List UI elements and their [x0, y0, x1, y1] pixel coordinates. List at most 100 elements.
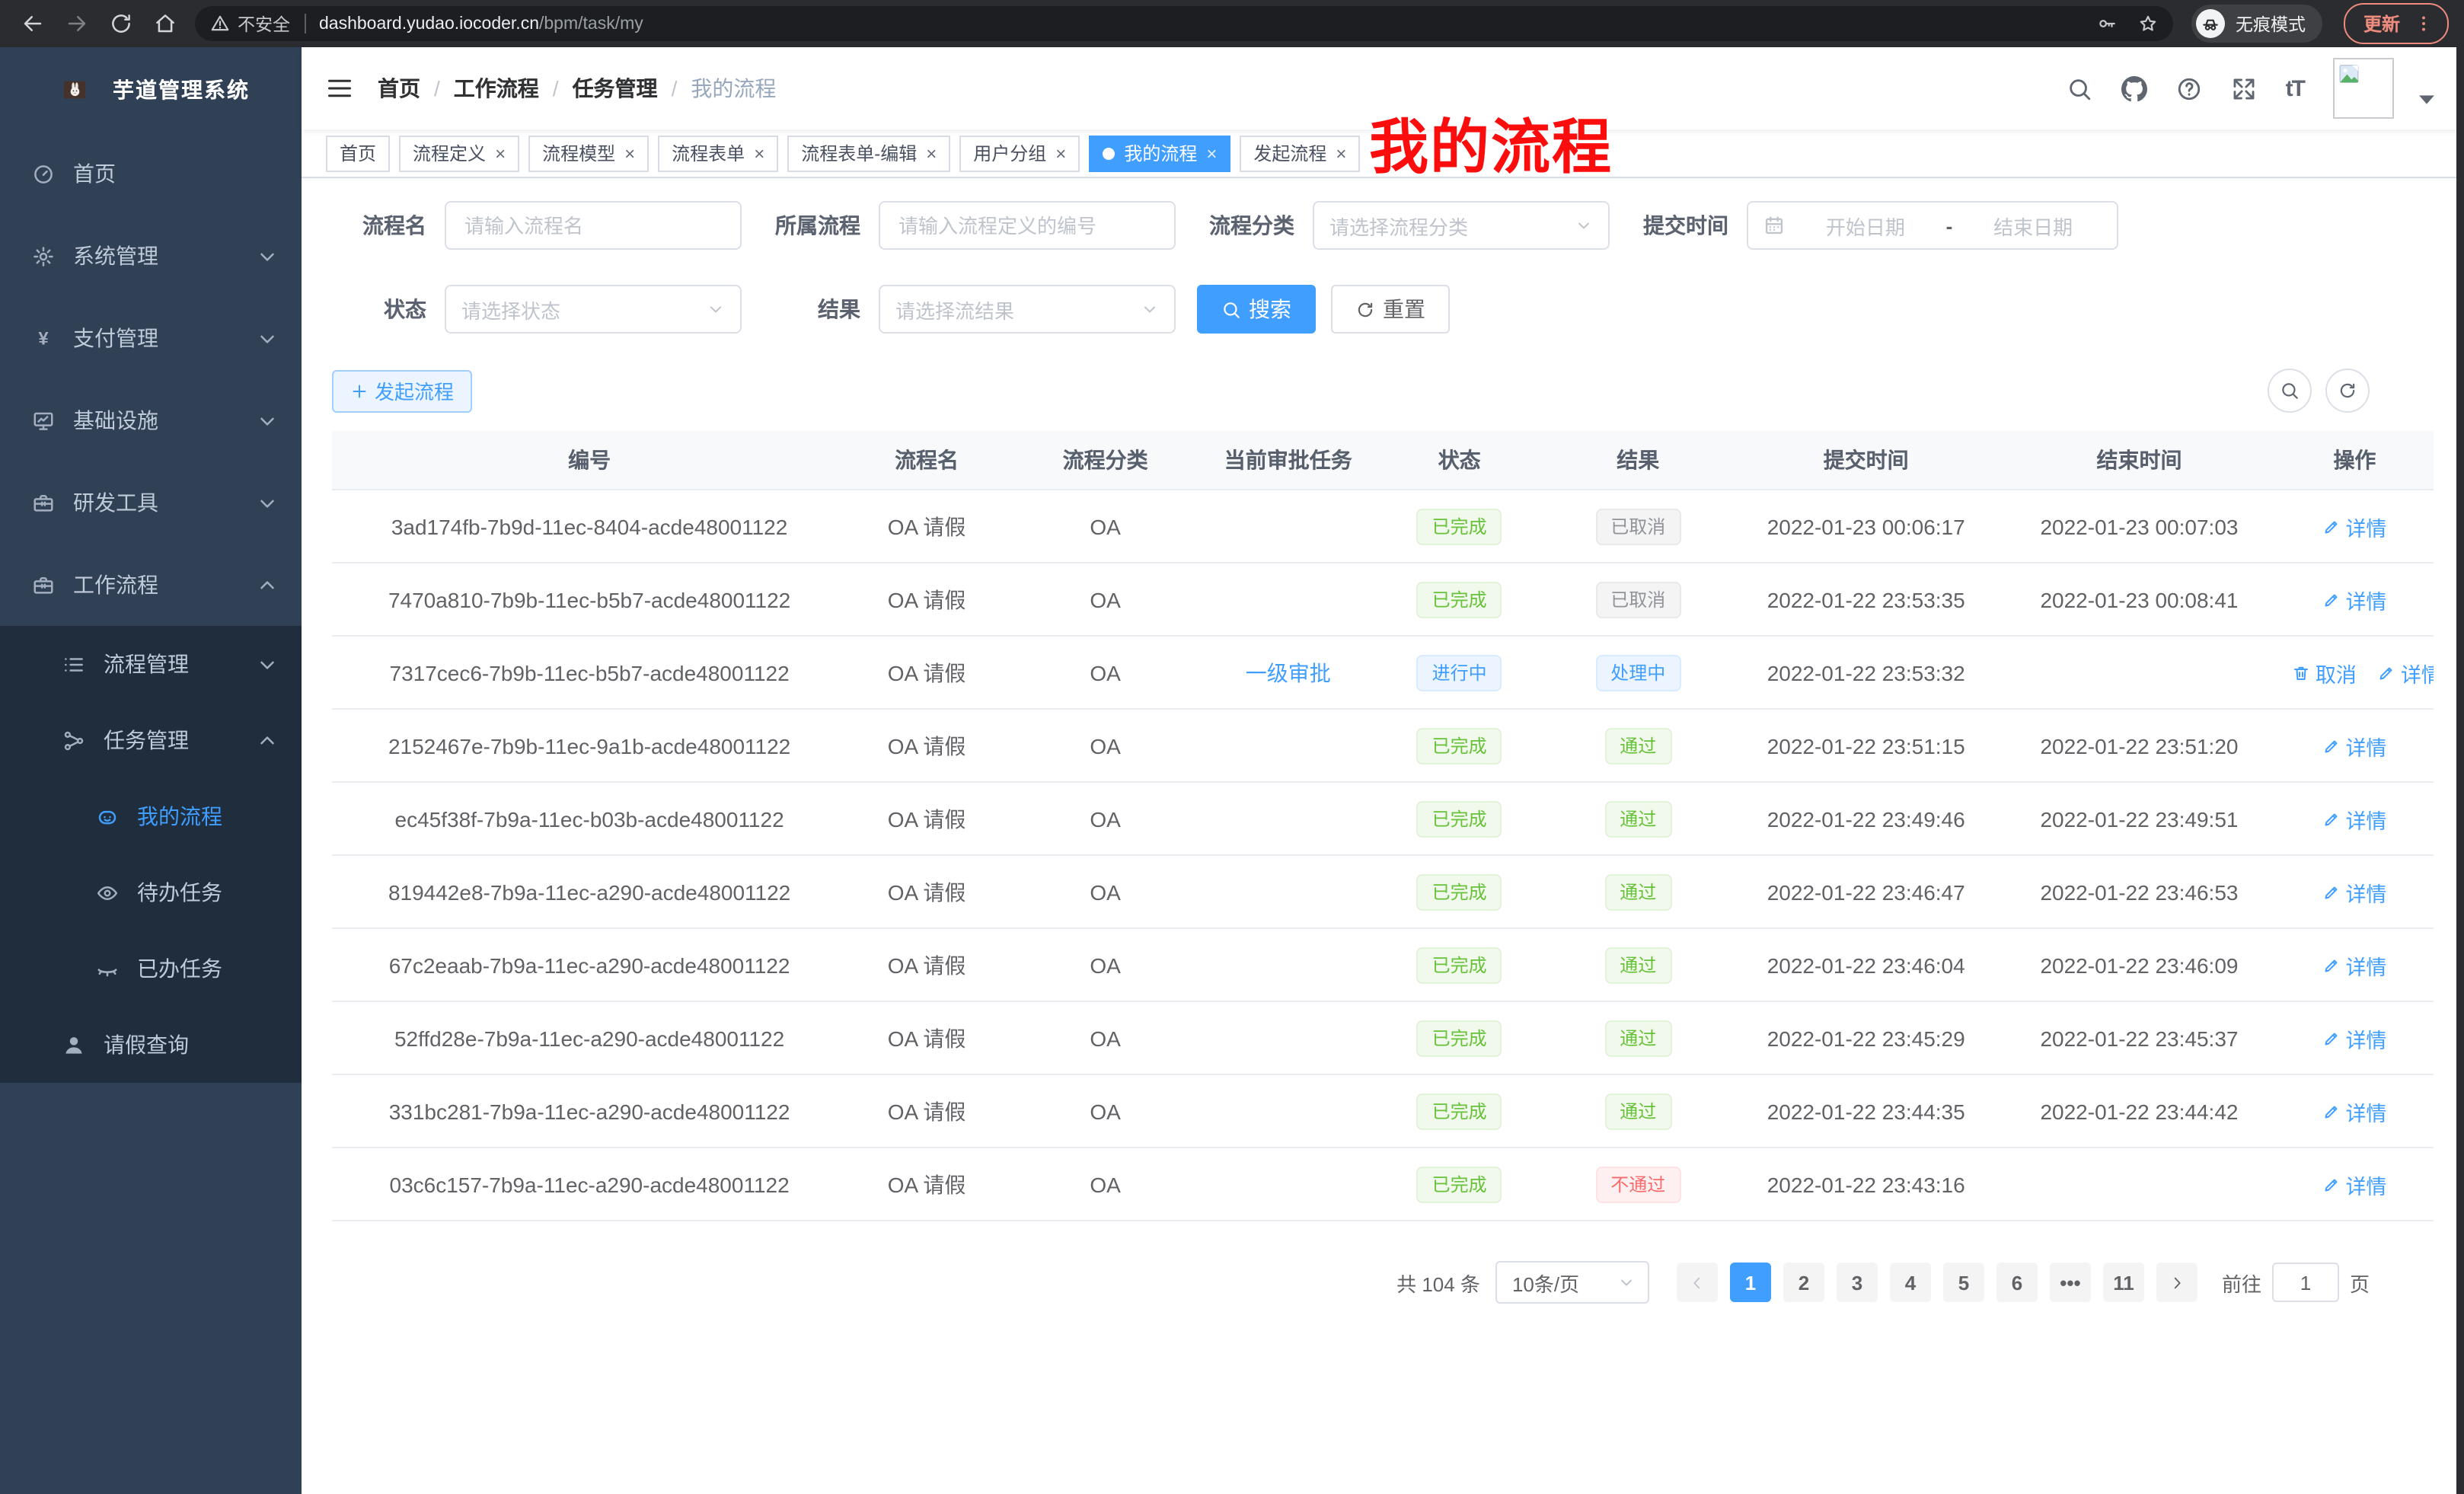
start-date-placeholder[interactable]: 开始日期: [1797, 211, 1934, 240]
sidebar-item-done-tasks[interactable]: 已办任务: [0, 931, 302, 1007]
cell-submit-time: 2022-01-23 00:06:17: [1729, 490, 2003, 563]
sidebar-item-todo-tasks[interactable]: 待办任务: [0, 854, 302, 931]
detail-link[interactable]: 详情: [2322, 1096, 2386, 1126]
cell-result: 通过: [1546, 928, 1729, 1001]
tab-process-def[interactable]: 流程定义×: [399, 135, 519, 171]
browser-home-icon[interactable]: [154, 12, 177, 35]
detail-link[interactable]: 详情: [2322, 950, 2386, 980]
detail-label: 详情: [2345, 1023, 2386, 1053]
sidebar-item-system[interactable]: 系统管理: [0, 215, 302, 297]
cell-process-name: OA 请假: [847, 1001, 1007, 1074]
close-icon[interactable]: ×: [926, 144, 937, 162]
browser-update-button[interactable]: 更新: [2344, 3, 2449, 44]
search-button[interactable]: 搜索: [1197, 285, 1316, 334]
start-process-button[interactable]: 发起流程: [332, 369, 472, 412]
close-icon[interactable]: ×: [1206, 144, 1217, 162]
avatar-caret-icon[interactable]: [2414, 86, 2440, 112]
bookmark-star-icon[interactable]: [2138, 14, 2158, 34]
fullscreen-icon[interactable]: [2231, 75, 2257, 101]
page-button-1[interactable]: 1: [1730, 1263, 1771, 1302]
tab-home[interactable]: 首页: [326, 135, 390, 171]
browser-back-icon[interactable]: [21, 12, 44, 35]
browser-menu-icon[interactable]: [2414, 14, 2434, 34]
cancel-link[interactable]: 取消: [2293, 657, 2357, 688]
close-icon[interactable]: ×: [495, 144, 506, 162]
cell-id: 2152467e-7b9b-11ec-9a1b-acde48001122: [332, 709, 847, 782]
page-button-4[interactable]: 4: [1890, 1263, 1931, 1302]
cell-id: ec45f38f-7b9a-11ec-b03b-acde48001122: [332, 782, 847, 855]
cell-category: OA: [1007, 928, 1204, 1001]
sidebar-item-workflow[interactable]: 工作流程: [0, 544, 302, 626]
close-icon[interactable]: ×: [1055, 144, 1066, 162]
page-button-2[interactable]: 2: [1783, 1263, 1824, 1302]
detail-link[interactable]: 详情: [2322, 803, 2386, 834]
detail-link[interactable]: 详情: [2322, 730, 2386, 761]
breadcrumb-item[interactable]: 工作流程: [454, 73, 539, 104]
current-task-link[interactable]: 一级审批: [1246, 660, 1331, 685]
result-select[interactable]: 请选择流结果: [879, 285, 1176, 334]
header-search-icon[interactable]: [2067, 75, 2092, 101]
page-button-11[interactable]: 11: [2103, 1263, 2144, 1302]
column-header: 流程名: [847, 431, 1007, 490]
detail-link[interactable]: 详情: [2378, 657, 2434, 688]
cell-current-task: [1204, 1001, 1372, 1074]
detail-link[interactable]: 详情: [2322, 1023, 2386, 1053]
tab-user-group[interactable]: 用户分组×: [959, 135, 1080, 171]
sidebar-item-process-mgmt[interactable]: 流程管理: [0, 626, 302, 702]
github-icon[interactable]: [2121, 75, 2147, 101]
tab-process-form-edit[interactable]: 流程表单-编辑×: [787, 135, 950, 171]
tab-start-process[interactable]: 发起流程×: [1240, 135, 1360, 171]
goto-page-input[interactable]: [2272, 1263, 2339, 1302]
result-placeholder: 请选择流结果: [895, 295, 1014, 324]
breadcrumb-item[interactable]: 任务管理: [573, 73, 658, 104]
page-button-5[interactable]: 5: [1943, 1263, 1984, 1302]
category-select[interactable]: 请选择流程分类: [1313, 201, 1610, 250]
sidebar-item-task-mgmt[interactable]: 任务管理: [0, 702, 302, 778]
process-name-field[interactable]: [461, 212, 725, 238]
sidebar-item-home[interactable]: 首页: [0, 132, 302, 215]
sidebar-item-my-process[interactable]: 我的流程: [0, 778, 302, 854]
tab-label: 流程模型: [542, 140, 615, 166]
help-icon[interactable]: [2176, 75, 2202, 101]
page-button-6[interactable]: 6: [1996, 1263, 2038, 1302]
sidebar-item-leave-query[interactable]: 请假查询: [0, 1007, 302, 1083]
process-name-input[interactable]: [445, 201, 742, 250]
sidebar-item-infra[interactable]: 基础设施: [0, 379, 302, 461]
breadcrumb-item[interactable]: 首页: [378, 73, 420, 104]
detail-link[interactable]: 详情: [2322, 511, 2386, 541]
detail-link[interactable]: 详情: [2322, 876, 2386, 907]
end-date-placeholder[interactable]: 结束日期: [1964, 211, 2102, 240]
page-size-select[interactable]: 10条/页: [1495, 1261, 1649, 1304]
sidebar-item-dev-tools[interactable]: 研发工具: [0, 461, 302, 544]
address-bar[interactable]: 不安全 dashboard.yudao.iocoder.cn /bpm/task…: [195, 6, 2173, 41]
app-logo[interactable]: 芋道管理系统: [0, 47, 302, 132]
password-key-icon[interactable]: [2097, 14, 2117, 34]
close-icon[interactable]: ×: [754, 144, 764, 162]
cell-process-name: OA 请假: [847, 563, 1007, 636]
close-icon[interactable]: ×: [1336, 144, 1346, 162]
tab-process-form[interactable]: 流程表单×: [658, 135, 778, 171]
refresh-table-button[interactable]: [2325, 369, 2370, 413]
submit-time-range-picker[interactable]: 开始日期 - 结束日期: [1747, 201, 2118, 250]
detail-link[interactable]: 详情: [2322, 584, 2386, 615]
hamburger-icon[interactable]: [326, 75, 353, 102]
font-size-icon[interactable]: tT: [2286, 75, 2304, 101]
browser-reload-icon[interactable]: [110, 12, 132, 35]
page-ellipsis[interactable]: •••: [2050, 1263, 2091, 1302]
page-button-3[interactable]: 3: [1837, 1263, 1878, 1302]
sidebar-item-payment[interactable]: ¥支付管理: [0, 297, 302, 379]
avatar[interactable]: [2333, 58, 2394, 119]
status-badge: 已完成: [1417, 800, 1502, 837]
close-icon[interactable]: ×: [624, 144, 635, 162]
tab-process-model[interactable]: 流程模型 ×: [528, 135, 649, 171]
status-select[interactable]: 请选择状态: [445, 285, 742, 334]
browser-forward-icon[interactable]: [65, 12, 88, 35]
reset-button-label: 重置: [1383, 294, 1425, 324]
process-def-field[interactable]: [895, 212, 1159, 238]
next-page-button[interactable]: [2156, 1263, 2197, 1302]
detail-link[interactable]: 详情: [2322, 1169, 2386, 1199]
reset-button[interactable]: 重置: [1331, 285, 1450, 334]
process-def-input[interactable]: [879, 201, 1176, 250]
toggle-search-button[interactable]: [2268, 369, 2312, 413]
tab-my-process[interactable]: 我的流程×: [1089, 135, 1230, 171]
